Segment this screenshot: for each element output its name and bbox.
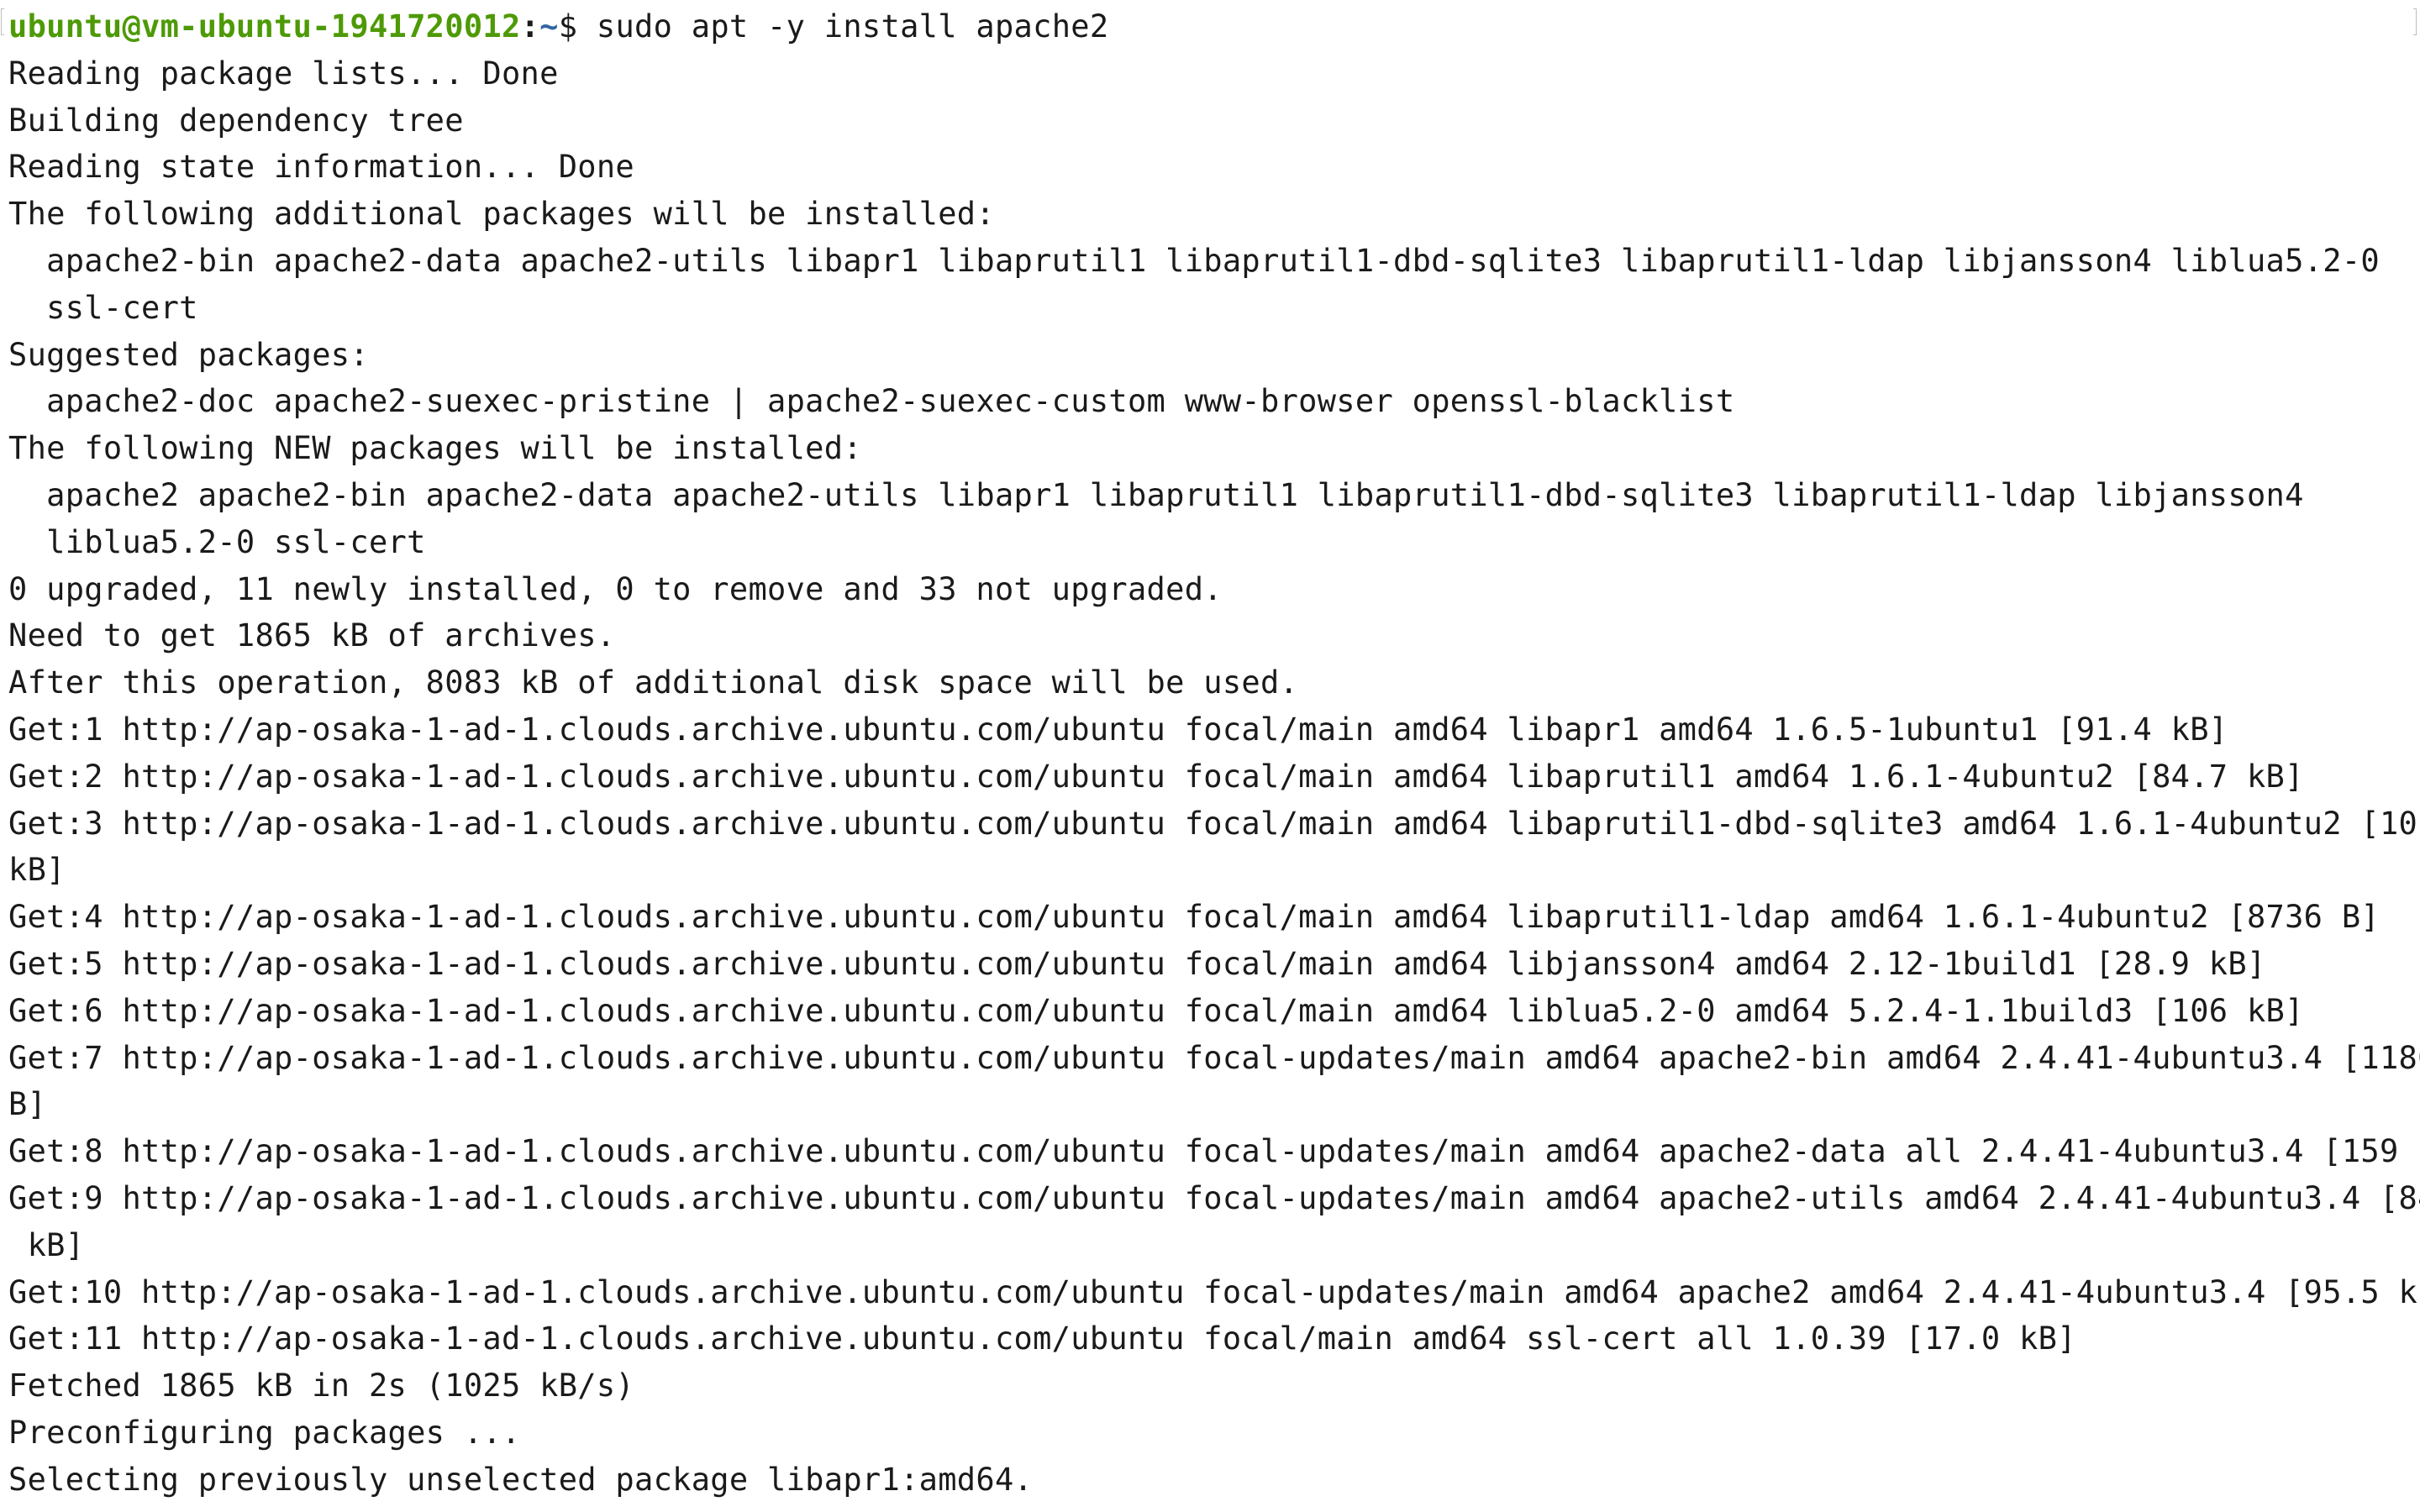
- output-line: liblua5.2-0 ssl-cert: [8, 523, 426, 560]
- output-line: B]: [8, 1086, 47, 1123]
- output-line: 0 upgraded, 11 newly installed, 0 to rem…: [8, 570, 1223, 607]
- output-line: ssl-cert: [8, 289, 198, 326]
- output-line: Get:2 http://ap-osaka-1-ad-1.clouds.arch…: [8, 758, 2304, 795]
- output-line: Building dependency tree: [8, 102, 464, 139]
- output-line: Get:10 http://ap-osaka-1-ad-1.clouds.arc…: [8, 1273, 2420, 1310]
- output-line: apache2-bin apache2-data apache2-utils l…: [8, 242, 2380, 279]
- terminal-window[interactable]: ubuntu@vm-ubuntu-1941720012:~$ sudo apt …: [0, 0, 2420, 1512]
- right-edge-marker: [2413, 8, 2417, 35]
- output-line: Preconfiguring packages ...: [8, 1414, 521, 1451]
- prompt-user-host: ubuntu@vm-ubuntu-1941720012: [8, 8, 521, 45]
- output-line: The following NEW packages will be insta…: [8, 430, 862, 467]
- output-line: Get:9 http://ap-osaka-1-ad-1.clouds.arch…: [8, 1179, 2420, 1216]
- prompt-sign: $: [558, 8, 597, 45]
- output-line: Get:6 http://ap-osaka-1-ad-1.clouds.arch…: [8, 992, 2304, 1029]
- output-line: kB]: [8, 852, 66, 889]
- output-line: Get:3 http://ap-osaka-1-ad-1.clouds.arch…: [8, 805, 2420, 842]
- output-line: Get:7 http://ap-osaka-1-ad-1.clouds.arch…: [8, 1039, 2420, 1076]
- prompt-path: ~: [539, 8, 559, 45]
- output-line: Selecting previously unselected package …: [8, 1461, 1034, 1498]
- terminal-output[interactable]: ubuntu@vm-ubuntu-1941720012:~$ sudo apt …: [8, 3, 2420, 1504]
- entered-command: sudo apt -y install apache2: [596, 8, 1109, 45]
- output-line: Get:5 http://ap-osaka-1-ad-1.clouds.arch…: [8, 945, 2266, 982]
- output-line: Suggested packages:: [8, 336, 369, 373]
- output-line: apache2 apache2-bin apache2-data apache2…: [8, 476, 2304, 513]
- left-edge-marker: [1, 8, 4, 35]
- command-prompt-line: ubuntu@vm-ubuntu-1941720012:~$ sudo apt …: [8, 3, 2420, 50]
- output-line: The following additional packages will b…: [8, 196, 995, 233]
- output-line: Get:8 http://ap-osaka-1-ad-1.clouds.arch…: [8, 1133, 2420, 1170]
- output-line: kB]: [8, 1226, 85, 1263]
- output-line: Fetched 1865 kB in 2s (1025 kB/s): [8, 1368, 635, 1404]
- output-line: Reading package lists... Done: [8, 55, 559, 92]
- output-line: apache2-doc apache2-suexec-pristine | ap…: [8, 383, 1735, 420]
- output-line: After this operation, 8083 kB of additio…: [8, 664, 1299, 701]
- output-line: Get:11 http://ap-osaka-1-ad-1.clouds.arc…: [8, 1320, 2076, 1357]
- output-line: Reading state information... Done: [8, 149, 635, 186]
- output-line: Need to get 1865 kB of archives.: [8, 617, 616, 654]
- output-line: Get:4 http://ap-osaka-1-ad-1.clouds.arch…: [8, 899, 2380, 936]
- output-line: Get:1 http://ap-osaka-1-ad-1.clouds.arch…: [8, 711, 2228, 748]
- prompt-separator: :: [520, 8, 540, 45]
